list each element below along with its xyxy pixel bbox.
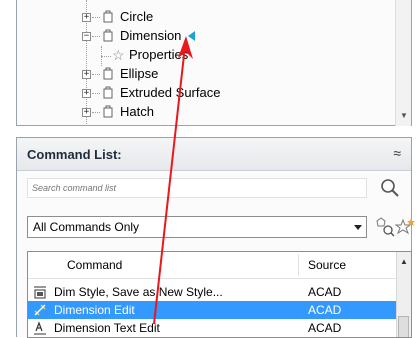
command-name: Dimension Text Edit [54, 321, 160, 335]
tree-item-extruded-surface[interactable]: + Extruded Surface [17, 84, 387, 102]
tree-item-label: Dimension [120, 28, 182, 43]
list-scrollbar[interactable]: ▲ [396, 252, 411, 337]
tree-scrollbar[interactable]: ▼ [395, 0, 411, 126]
new-command-icon[interactable] [395, 216, 417, 238]
command-filter-dropdown[interactable]: All Commands Only [27, 216, 367, 238]
search-input[interactable] [28, 179, 366, 197]
command-name: Dim Style, Save as New Style... [54, 285, 223, 299]
command-list-header: Command List: ≈ [17, 138, 411, 171]
tree-item-label: Properties [129, 47, 189, 62]
command-source: ACAD [308, 303, 342, 317]
plus-icon[interactable]: + [82, 70, 91, 79]
panel-title: Command List: [27, 147, 122, 162]
node-icon [103, 29, 113, 42]
scroll-down-icon[interactable]: ▼ [400, 111, 408, 120]
plus-icon[interactable]: + [82, 13, 91, 22]
table-row[interactable]: Dim Style, Save as New Style... ACAD [28, 283, 398, 301]
minus-icon[interactable]: − [82, 32, 91, 41]
node-icon [103, 67, 113, 80]
collapse-icon[interactable]: ≈ [393, 145, 401, 161]
tree-item-label: Extruded Surface [120, 85, 221, 100]
customize-ui-window: + Circle − Dimension ☆ Properties + Elli… [0, 0, 418, 338]
command-source: ACAD [308, 285, 342, 299]
tree-item-ellipse[interactable]: + Ellipse [17, 65, 387, 83]
tree-item-label: Circle [120, 9, 154, 24]
command-list-panel: Command List: ≈ All Commands Only Comman… [16, 137, 415, 338]
tree-connector [92, 36, 100, 37]
plus-icon[interactable]: + [82, 89, 91, 98]
tree-item-circle[interactable]: + Circle [17, 8, 387, 26]
tree-item-hatch[interactable]: + Hatch [17, 103, 387, 121]
star-icon: ☆ [112, 47, 125, 63]
filter-icon[interactable] [373, 216, 395, 238]
tree-connector [92, 93, 100, 94]
tree-connector [92, 17, 100, 18]
scroll-up-icon[interactable]: ▲ [400, 257, 408, 266]
filter-value: All Commands Only [33, 220, 140, 234]
tree-connector [92, 74, 100, 75]
tree-item-dimension[interactable]: − Dimension [17, 27, 387, 45]
scroll-thumb[interactable] [398, 316, 409, 337]
node-icon [103, 105, 113, 118]
command-source: ACAD [308, 321, 342, 335]
command-name: Dimension Edit [54, 303, 135, 317]
tree-connector [92, 112, 100, 113]
dimension-edit-icon [34, 304, 46, 316]
plus-icon[interactable]: + [82, 108, 91, 117]
dim-style-icon [34, 286, 46, 299]
marker-icon [188, 31, 195, 41]
tree-item-label: Ellipse [120, 66, 159, 81]
tree-item-properties[interactable]: ☆ Properties [17, 46, 387, 64]
search-field[interactable] [27, 178, 367, 198]
table-row-selected[interactable]: Dimension Edit ACAD [28, 301, 398, 319]
tree-item-label: Hatch [120, 104, 154, 119]
tree-connector [101, 56, 111, 57]
command-list[interactable]: Command Source Dim Style, Save as New St… [27, 251, 412, 338]
column-header-source[interactable]: Source [308, 258, 346, 272]
column-header-command[interactable]: Command [67, 258, 122, 272]
node-icon [103, 86, 113, 99]
chevron-down-icon[interactable] [354, 225, 362, 230]
dimension-text-edit-icon [34, 321, 46, 335]
column-divider [298, 254, 299, 276]
list-header: Command Source [28, 252, 398, 279]
node-icon [103, 10, 113, 23]
search-icon[interactable] [378, 176, 402, 200]
table-row[interactable]: Dimension Text Edit ACAD [28, 319, 398, 337]
tree-panel: + Circle − Dimension ☆ Properties + Elli… [16, 0, 412, 126]
